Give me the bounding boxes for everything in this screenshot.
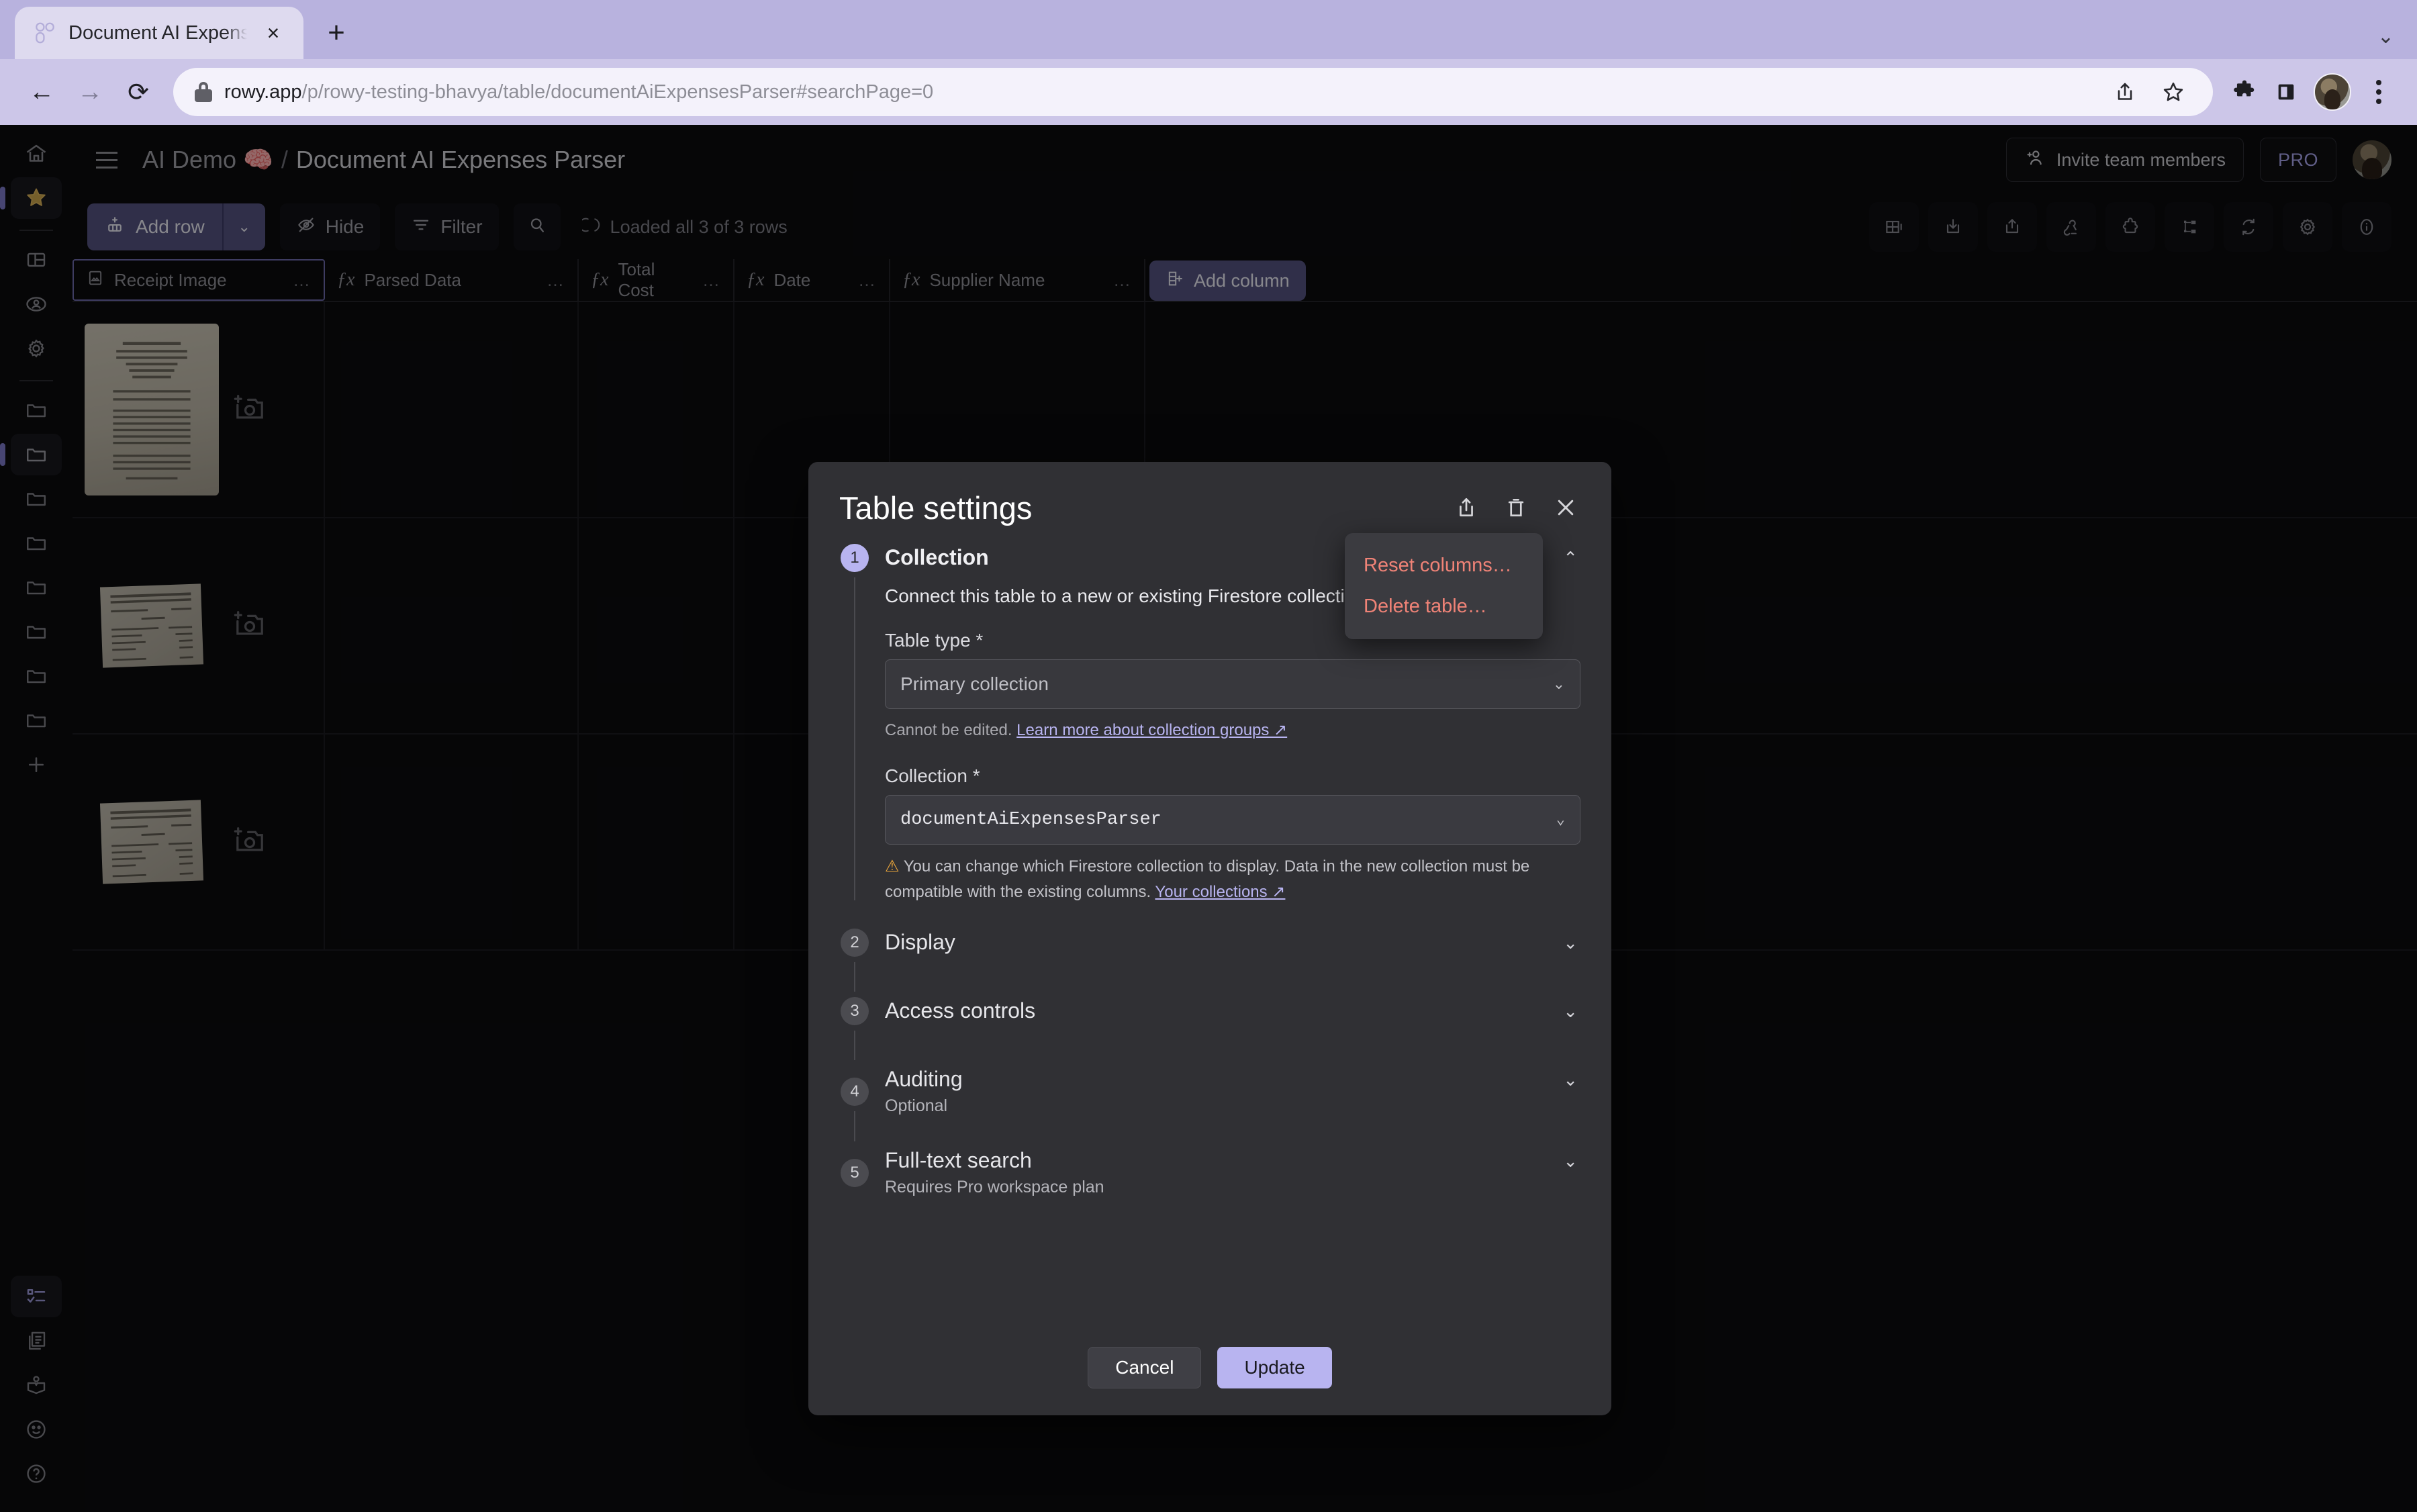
section-titles: Display	[885, 929, 1563, 955]
step-number-badge: 2	[841, 928, 869, 957]
menu-item-delete-table[interactable]: Delete table…	[1345, 586, 1543, 627]
step-number-badge: 1	[841, 544, 869, 572]
step-number-badge: 5	[841, 1158, 869, 1187]
reload-button[interactable]: ⟳	[114, 68, 162, 116]
warning-icon: ⚠	[885, 857, 900, 876]
collection-label: Collection *	[885, 765, 980, 786]
table-actions-menu: Reset columns… Delete table…	[1345, 533, 1543, 639]
rowy-app: AI Demo 🧠 / Document AI Expenses Parser …	[0, 125, 2417, 1512]
collection-groups-link[interactable]: Learn more about collection groups ↗	[1016, 721, 1287, 739]
table-type-select[interactable]: Primary collection ⌄	[885, 659, 1580, 709]
section-titles: Full-text search Requires Pro workspace …	[885, 1147, 1563, 1197]
settings-section-full-text-search: 5 Full-text search Requires Pro workspac…	[839, 1147, 1580, 1197]
section-subtitle: Requires Pro workspace plan	[885, 1177, 1104, 1196]
address-bar-url: rowy.app/p/rowy-testing-bhavya/table/doc…	[224, 81, 2092, 103]
section-content: Access controls ⌄	[870, 997, 1580, 1066]
browser-tab-title: Document AI Expenses Parser	[68, 21, 247, 44]
url-domain: rowy.app	[224, 81, 302, 103]
step-connector	[854, 1111, 855, 1141]
table-type-value: Primary collection	[900, 673, 1049, 694]
chevron-down-icon[interactable]: ⌄	[2377, 25, 2394, 48]
rowy-logo-icon	[32, 20, 58, 46]
back-button[interactable]: ←	[17, 68, 66, 116]
helper-prefix: Cannot be edited.	[885, 721, 1017, 739]
settings-section-auditing: 4 Auditing Optional ⌄	[839, 1066, 1580, 1147]
step-gutter: 1	[839, 544, 870, 906]
omnibox-actions	[2104, 71, 2194, 113]
share-icon[interactable]	[2104, 71, 2146, 113]
close-icon[interactable]	[1544, 486, 1587, 529]
step-gutter: 2	[839, 928, 870, 997]
section-titles: Auditing Optional	[885, 1066, 1563, 1116]
section-content: Auditing Optional ⌄	[870, 1066, 1580, 1147]
chevron-down-icon[interactable]: ⌄	[1563, 1147, 1580, 1172]
tab-close-icon[interactable]: ×	[258, 17, 289, 48]
browser-toolbar: ← → ⟳ rowy.app/p/rowy-testing-bhavya/tab…	[0, 59, 2417, 125]
section-header[interactable]: Full-text search Requires Pro workspace …	[885, 1147, 1580, 1197]
section-title: Display	[885, 929, 955, 954]
chevron-down-icon[interactable]: ⌄	[1563, 1066, 1580, 1090]
dialog-header: Table settings	[808, 462, 1611, 529]
section-header[interactable]: Access controls ⌄	[885, 997, 1580, 1028]
browser-tab-strip: Document AI Expenses Parser × + ⌄	[0, 0, 2417, 59]
chevron-down-icon[interactable]: ⌄	[1563, 929, 1580, 953]
section-content: Full-text search Requires Pro workspace …	[870, 1147, 1580, 1197]
collection-warning: ⚠ You can change which Firestore collect…	[885, 854, 1580, 906]
section-header[interactable]: Display ⌄	[885, 929, 1580, 959]
chevron-down-icon[interactable]: ⌄	[1563, 997, 1580, 1022]
dialog-title: Table settings	[839, 489, 1033, 526]
section-content: Display ⌄	[870, 929, 1580, 997]
step-gutter: 4	[839, 1066, 870, 1147]
section-titles: Access controls	[885, 997, 1563, 1024]
new-tab-button[interactable]: +	[316, 12, 357, 54]
puzzle-icon[interactable]	[2224, 71, 2265, 113]
side-panel-icon[interactable]	[2265, 71, 2307, 113]
settings-section-access-controls: 3 Access controls ⌄	[839, 996, 1580, 1066]
step-connector	[854, 961, 855, 992]
chevron-up-icon[interactable]: ⌃	[1563, 544, 1580, 569]
your-collections-link[interactable]: Your collections ↗	[1155, 883, 1285, 901]
step-gutter: 3	[839, 996, 870, 1066]
chevron-down-icon: ⌄	[1556, 812, 1565, 829]
browser-tab[interactable]: Document AI Expenses Parser ×	[15, 7, 303, 59]
table-type-helper: Cannot be edited. Learn more about colle…	[885, 718, 1580, 743]
section-subtitle: Optional	[885, 1096, 948, 1115]
three-dot-menu-icon[interactable]	[2358, 71, 2400, 113]
section-header[interactable]: Auditing Optional ⌄	[885, 1066, 1580, 1116]
section-title: Full-text search	[885, 1147, 1032, 1172]
dialog-body: 1 Collection ⌃ Connect this table to a n…	[808, 529, 1611, 1332]
step-number-badge: 4	[841, 1077, 869, 1106]
section-title: Access controls	[885, 998, 1036, 1023]
cancel-button[interactable]: Cancel	[1088, 1347, 1202, 1388]
profile-avatar[interactable]	[2314, 73, 2351, 111]
star-icon[interactable]	[2152, 71, 2194, 113]
trash-icon[interactable]	[1495, 486, 1537, 529]
update-button[interactable]: Update	[1217, 1347, 1332, 1388]
step-connector	[854, 577, 855, 900]
chevron-down-icon: ⌄	[1552, 675, 1565, 692]
collection-value: documentAiExpensesParser	[900, 810, 1162, 830]
url-path: /p/rowy-testing-bhavya/table/documentAiE…	[301, 81, 934, 103]
browser-window: Document AI Expenses Parser × + ⌄ ← → ⟳ …	[0, 0, 2417, 1512]
forward-button[interactable]: →	[66, 68, 114, 116]
share-export-icon[interactable]	[1445, 486, 1488, 529]
menu-item-reset-columns[interactable]: Reset columns…	[1345, 545, 1543, 586]
dialog-footer: Cancel Update	[808, 1332, 1611, 1415]
step-number-badge: 3	[841, 996, 869, 1025]
step-connector	[854, 1030, 855, 1060]
section-title: Auditing	[885, 1066, 963, 1091]
step-gutter: 5	[839, 1147, 870, 1197]
lock-icon	[195, 82, 212, 102]
address-bar[interactable]: rowy.app/p/rowy-testing-bhavya/table/doc…	[173, 68, 2213, 116]
collection-select[interactable]: documentAiExpensesParser ⌄	[885, 795, 1580, 845]
settings-section-display: 2 Display ⌄	[839, 928, 1580, 997]
